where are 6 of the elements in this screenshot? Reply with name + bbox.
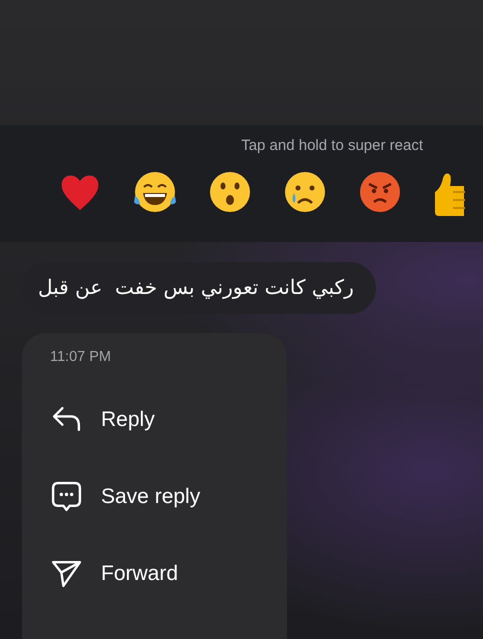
save-menu-item[interactable]: Save reply: [50, 480, 200, 513]
forward-menu-item[interactable]: Forward: [50, 557, 178, 590]
reply-menu-item[interactable]: Reply: [50, 403, 155, 436]
message-time: 11:07 PM: [50, 349, 112, 365]
super-react-hint: Tap and hold to super react: [240, 136, 424, 154]
speech-bubble-icon: [50, 480, 83, 513]
